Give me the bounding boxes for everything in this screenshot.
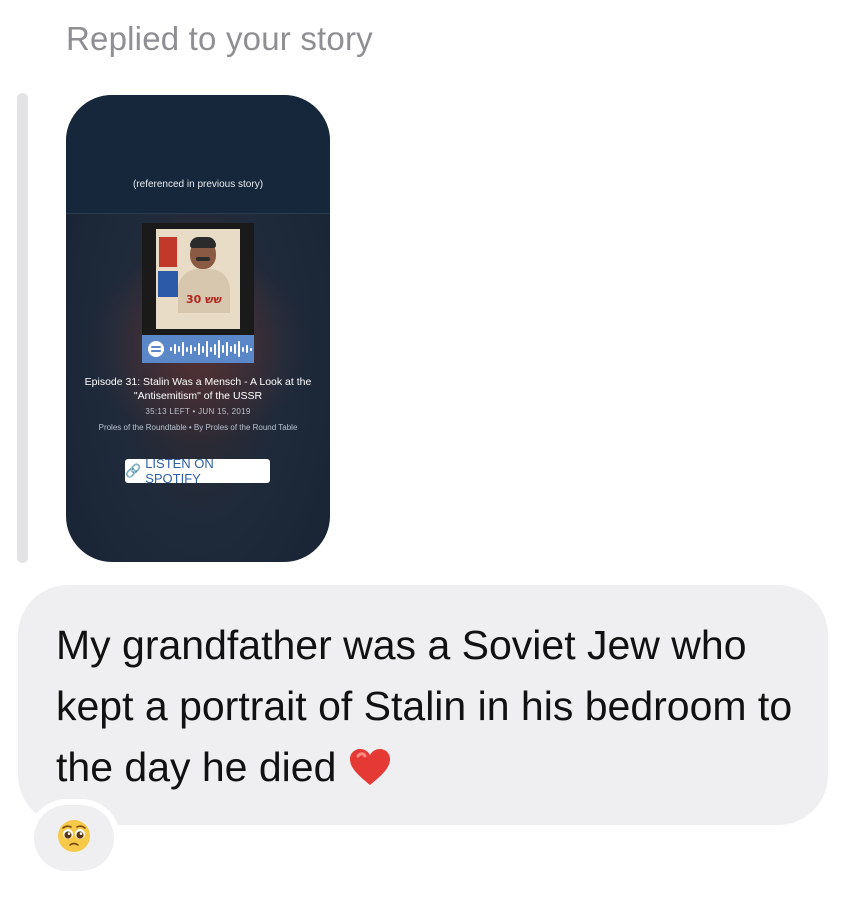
stalin-portrait-image: שש 30 [156, 229, 240, 329]
episode-show: Proles of the Roundtable • By Proles of … [98, 423, 298, 432]
reply-indicator-bar [17, 93, 28, 563]
listen-label: LISTEN ON SPOTIFY [145, 456, 214, 486]
portrait-mustache-shape [196, 257, 210, 261]
story-top-area [66, 95, 330, 214]
reaction-badge[interactable] [28, 799, 120, 877]
story-preview-card[interactable]: (referenced in previous story) שש 30 Epi… [66, 95, 330, 562]
replied-to-story-label: Replied to your story [66, 20, 373, 57]
message-text: My grandfather was a Soviet Jew who kept… [56, 615, 796, 804]
episode-meta: 35:13 LEFT • JUN 15, 2019 [145, 407, 251, 416]
spotify-code-bars [170, 339, 252, 359]
spotify-logo-icon [148, 341, 164, 357]
red-flag-shape [159, 237, 177, 267]
reaction-inner [34, 805, 114, 871]
spotify-code-bar [142, 335, 254, 363]
blue-flag-shape [158, 271, 178, 297]
red-heart-icon [348, 743, 392, 804]
story-reference-note: (referenced in previous story) [132, 179, 264, 190]
portrait-hair-shape [190, 237, 216, 248]
portrait-body-shape [178, 269, 230, 313]
listen-on-spotify-button[interactable]: 🔗 LISTEN ON SPOTIFY [125, 456, 270, 486]
podcast-cover: שש 30 [142, 223, 254, 335]
episode-title: Episode 31: Stalin Was a Mensch - A Look… [84, 376, 312, 402]
pleading-face-icon [57, 819, 91, 858]
cover-hebrew-text: שש 30 [186, 293, 222, 306]
message-bubble[interactable]: My grandfather was a Soviet Jew who kept… [18, 585, 828, 825]
link-icon: 🔗 [125, 463, 142, 478]
message-body: My grandfather was a Soviet Jew who kept… [56, 622, 793, 790]
